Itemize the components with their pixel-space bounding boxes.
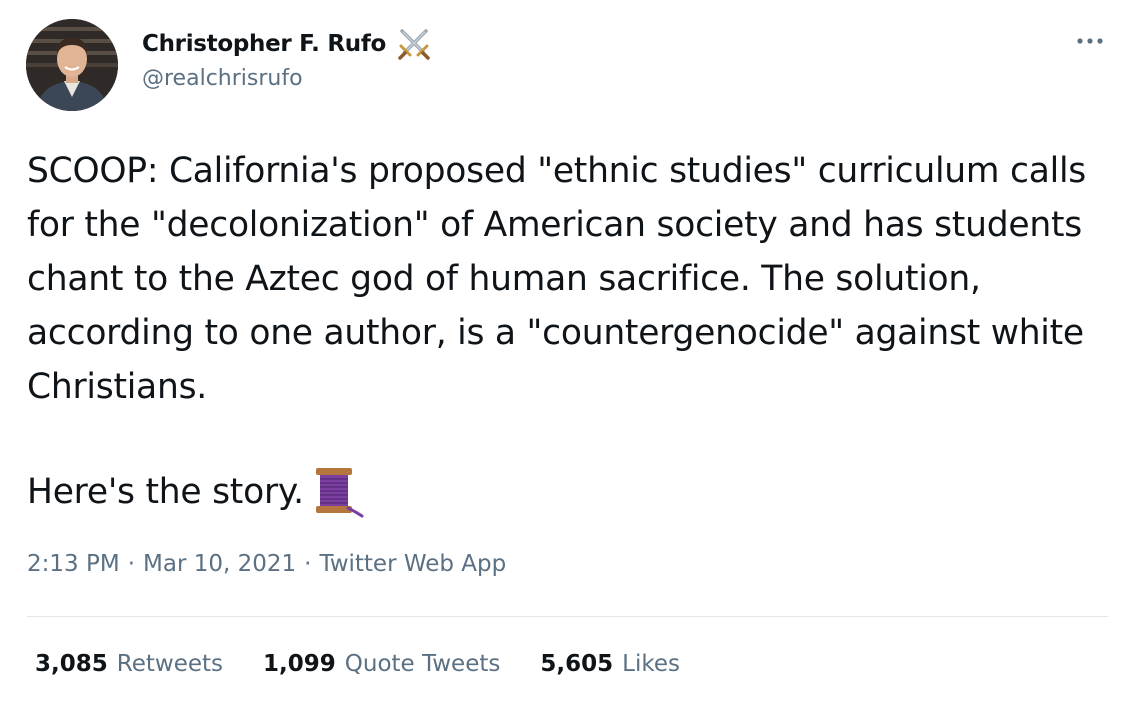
display-name[interactable]: Christopher F. Rufo [142,31,386,57]
tweet-text: SCOOP: California's proposed "ethnic stu… [27,144,1112,414]
retweets-stat[interactable]: 3,085 Retweets [35,651,223,677]
retweets-label: Retweets [116,651,223,677]
thread-spool-icon [306,464,364,520]
divider [27,616,1108,617]
quote-tweets-stat[interactable]: 1,099 Quote Tweets [263,651,500,677]
tweet-stats: 3,085 Retweets 1,099 Quote Tweets 5,605 … [35,651,680,677]
closing-text: Here's the story. [27,472,304,512]
meta-separator: · [304,551,312,577]
tweet-time[interactable]: 2:13 PM [27,551,120,577]
more-options-icon[interactable] [1072,28,1108,54]
meta-separator: · [127,551,135,577]
likes-count: 5,605 [540,651,614,677]
crossed-swords-icon [396,26,432,62]
likes-label: Likes [622,651,680,677]
tweet-closing-line: Here's the story. [27,464,364,520]
tweet-body: SCOOP: California's proposed "ethnic stu… [27,151,1097,407]
quote-tweets-label: Quote Tweets [344,651,501,677]
display-name-row: Christopher F. Rufo [142,26,432,62]
likes-stat[interactable]: 5,605 Likes [540,651,680,677]
avatar[interactable] [26,19,118,111]
user-handle[interactable]: @realchrisrufo [142,66,432,91]
author-block: Christopher F. Rufo @realchrisrufo [142,26,432,91]
tweet-card: Christopher F. Rufo @realchrisrufo SCOOP… [0,0,1132,710]
tweet-date[interactable]: Mar 10, 2021 [143,551,296,577]
tweet-meta: 2:13 PM · Mar 10, 2021 · Twitter Web App [27,551,506,577]
tweet-source[interactable]: Twitter Web App [319,551,506,577]
quote-tweets-count: 1,099 [263,651,336,677]
avatar-portrait [26,19,118,111]
retweets-count: 3,085 [35,651,108,677]
